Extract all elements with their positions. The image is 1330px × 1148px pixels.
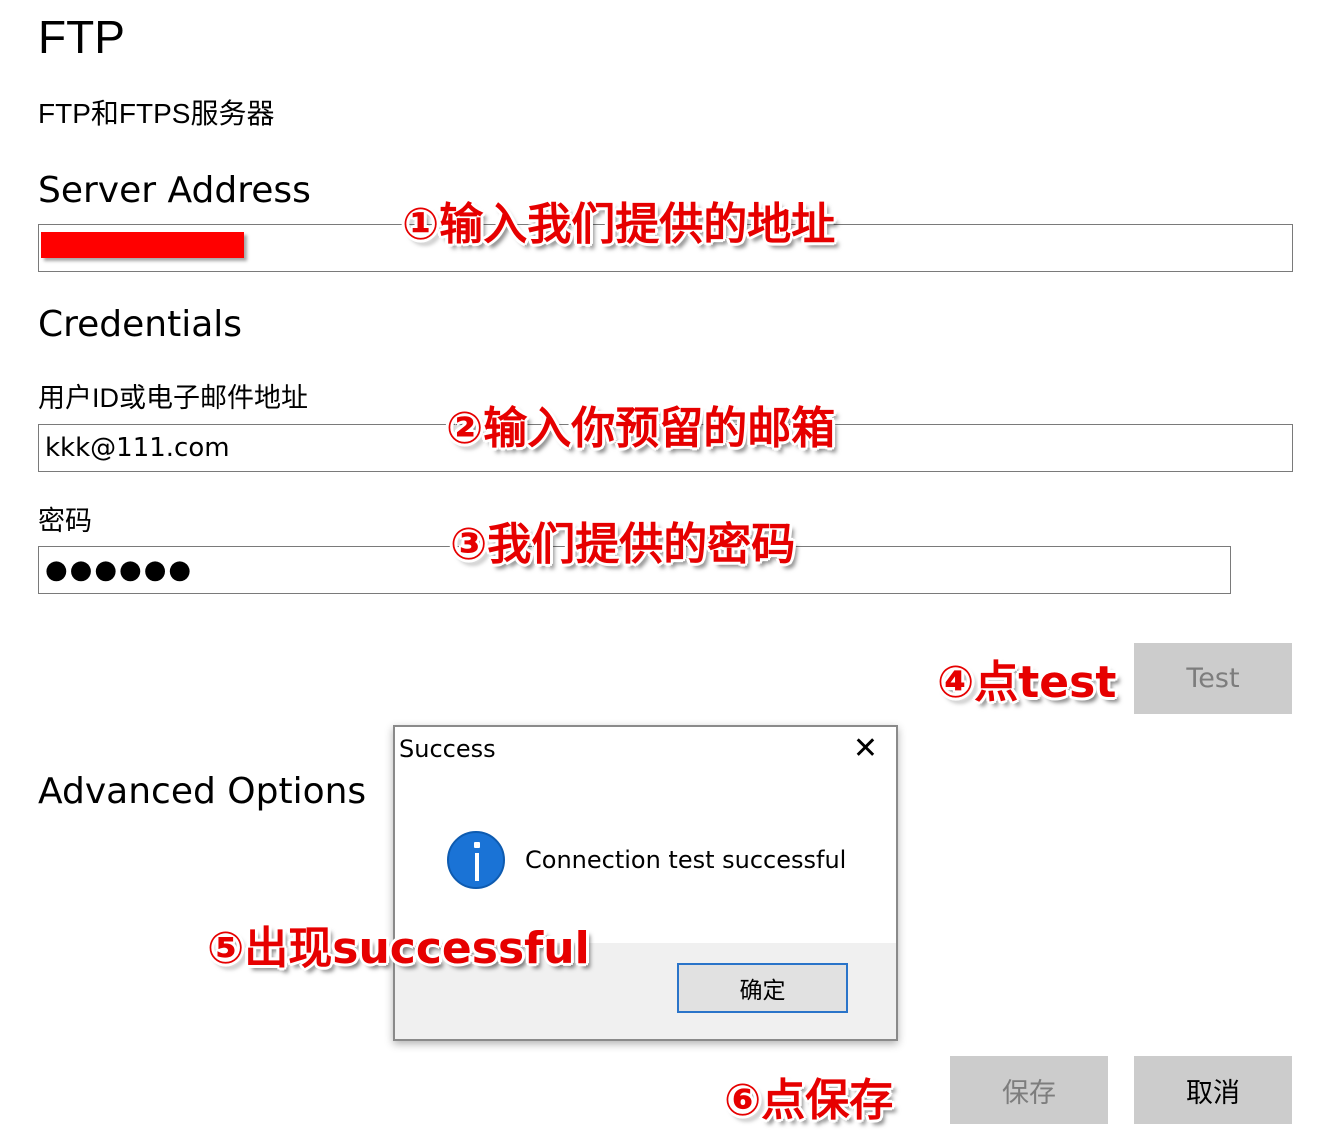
page-subtitle: FTP和FTPS服务器: [38, 98, 275, 129]
annotation-step-3: ③我们提供的密码: [450, 519, 796, 570]
user-id-value: kkk@111.com: [45, 433, 230, 463]
ok-button[interactable]: 确定: [677, 963, 848, 1013]
close-icon[interactable]: ✕: [853, 731, 878, 766]
server-address-heading: Server Address: [38, 170, 311, 211]
annotation-step-4: ④点test: [937, 657, 1117, 708]
save-button[interactable]: 保存: [950, 1056, 1108, 1124]
advanced-options-heading[interactable]: Advanced Options: [38, 771, 366, 812]
page-title: FTP: [38, 11, 125, 63]
annotation-step-2: ②输入你预留的邮箱: [446, 403, 836, 454]
success-dialog: Success ✕ Connection test successful 确定: [393, 725, 898, 1041]
info-icon: [447, 831, 505, 889]
test-button[interactable]: Test: [1134, 643, 1292, 714]
password-label: 密码: [38, 506, 92, 536]
annotation-step-6: ⑥点保存: [724, 1075, 894, 1126]
user-id-label: 用户ID或电子邮件地址: [38, 383, 308, 413]
redaction-bar: [41, 232, 244, 258]
dialog-message: Connection test successful: [525, 846, 847, 874]
annotation-step-5: ⑤出现successful: [207, 923, 590, 974]
password-value: ●●●●●●: [45, 555, 194, 585]
credentials-heading: Credentials: [38, 304, 243, 345]
annotation-step-1: ①输入我们提供的地址: [402, 199, 836, 250]
cancel-button[interactable]: 取消: [1134, 1056, 1292, 1124]
dialog-title: Success: [399, 735, 496, 763]
